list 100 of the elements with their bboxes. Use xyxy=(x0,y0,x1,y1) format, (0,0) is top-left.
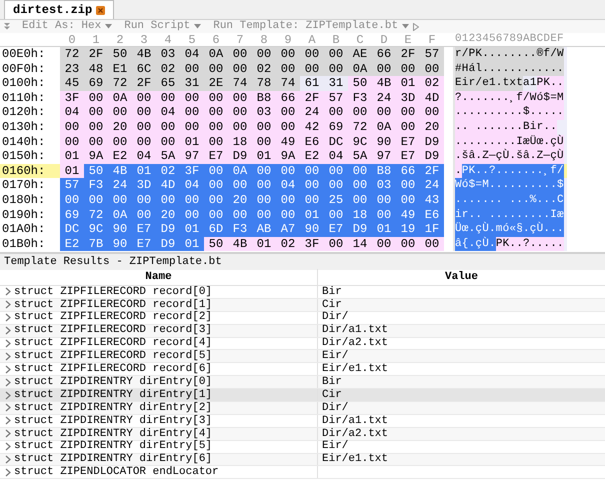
hex-byte: 00 xyxy=(208,62,224,76)
hex-byte: 00 xyxy=(256,120,272,135)
hex-byte: 48 xyxy=(88,62,104,76)
hex-byte: 01 xyxy=(136,164,152,178)
hex-byte: E7 xyxy=(136,222,152,237)
hex-byte: 31 xyxy=(184,76,200,91)
hex-byte: 19 xyxy=(400,222,416,237)
hex-byte: 00 xyxy=(160,90,176,106)
result-row[interactable]: struct ZIPENDLOCATOR endLocator xyxy=(0,466,605,480)
field-value: Eir/ xyxy=(321,439,348,453)
hex-byte: 00 xyxy=(160,120,176,135)
hex-byte: 2F xyxy=(304,90,320,106)
result-row[interactable]: struct ZIPFILERECORD record[0] Bir xyxy=(0,286,605,299)
result-row[interactable]: struct ZIPDIRENTRY dirEntry[4] Dir/a2.txt xyxy=(0,428,605,441)
chevron-icon[interactable] xyxy=(5,287,11,296)
ascii-text: ..........$..... xyxy=(455,105,564,120)
hex-byte: 00 xyxy=(88,192,104,208)
column-header[interactable]: Value xyxy=(318,269,605,286)
hex-byte: 43 xyxy=(424,192,440,208)
field-value: Eir/ xyxy=(321,349,348,363)
column-label: 7 xyxy=(235,34,245,46)
chevron-icon[interactable] xyxy=(5,429,11,438)
ascii-text: .. .......Bir.. xyxy=(455,120,558,135)
hex-byte: 24 xyxy=(376,90,392,106)
hex-byte: 04 xyxy=(136,149,152,164)
hex-byte: 20 xyxy=(160,208,176,222)
chevron-icon[interactable] xyxy=(5,339,11,348)
hex-byte: 00 xyxy=(352,164,368,178)
hex-byte: 00 xyxy=(424,105,440,120)
hex-byte: 00 xyxy=(280,47,296,62)
hex-byte: B8 xyxy=(376,164,392,178)
hex-byte: 1F xyxy=(424,222,440,237)
result-row[interactable]: struct ZIPDIRENTRY dirEntry[2] Dir/ xyxy=(0,402,605,415)
column-label: E xyxy=(403,34,413,46)
chevron-icon[interactable] xyxy=(5,300,11,310)
hex-byte: 00 xyxy=(160,134,176,150)
toolbar-grip-icon xyxy=(4,23,10,30)
hex-byte: B8 xyxy=(256,90,272,106)
hex-byte: 72 xyxy=(112,76,128,91)
hex-byte: 00 xyxy=(400,192,416,208)
result-row[interactable]: struct ZIPFILERECORD record[6] Eir/e1.txt xyxy=(0,363,605,376)
hex-byte: 00 xyxy=(400,120,416,135)
hex-byte: 18 xyxy=(352,208,368,222)
hex-byte: AE xyxy=(352,47,368,62)
hex-byte: 23 xyxy=(64,62,80,76)
hex-byte: 50 xyxy=(88,164,104,178)
hex-byte: 00 xyxy=(376,208,392,222)
hex-byte: E7 xyxy=(208,149,224,164)
hex-byte: 00 xyxy=(352,105,368,120)
result-row[interactable]: struct ZIPDIRENTRY dirEntry[5] Eir/ xyxy=(0,440,605,454)
chevron-icon[interactable] xyxy=(5,390,11,400)
hex-byte: 72 xyxy=(64,47,80,62)
hex-byte: D9 xyxy=(424,134,440,150)
hex-byte: 04 xyxy=(160,105,176,120)
result-row[interactable]: struct ZIPDIRENTRY dirEntry[3] Dir/a1.txt xyxy=(0,414,605,428)
hex-byte: 03 xyxy=(160,47,176,62)
chevron-icon[interactable] xyxy=(5,364,11,374)
ascii-text: . xyxy=(455,164,462,178)
ascii-text: Eir/e1.txt xyxy=(455,76,524,91)
hex-byte: 01 xyxy=(64,164,80,178)
hex-byte: E7 xyxy=(400,134,416,150)
hex-byte: E6 xyxy=(424,208,440,222)
chevron-icon[interactable] xyxy=(5,416,11,426)
chevron-icon[interactable] xyxy=(5,403,11,412)
result-row[interactable]: struct ZIPFILERECORD record[1] Cir xyxy=(0,298,605,312)
hex-byte: 00 xyxy=(256,192,272,208)
column-label: 8 xyxy=(259,34,269,46)
hex-byte: D9 xyxy=(352,222,368,237)
field-name: struct ZIPDIRENTRY dirEntry[1] xyxy=(14,388,212,402)
hex-byte: 69 xyxy=(64,208,80,222)
chevron-icon[interactable] xyxy=(5,442,11,452)
chevron-icon[interactable] xyxy=(5,455,11,464)
file-tab[interactable]: dirtest.zip xyxy=(4,0,114,19)
result-row[interactable]: struct ZIPDIRENTRY dirEntry[0] Bir xyxy=(0,376,605,390)
hex-byte: 00 xyxy=(208,105,224,120)
result-row[interactable]: struct ZIPFILERECORD record[5] Eir/ xyxy=(0,350,605,364)
hex-byte: 00 xyxy=(208,164,224,178)
result-row[interactable]: struct ZIPDIRENTRY dirEntry[1] Cir xyxy=(0,389,605,402)
field-name: struct ZIPFILERECORD record[1] xyxy=(14,298,212,311)
chevron-icon[interactable] xyxy=(5,378,11,387)
hex-byte: 02 xyxy=(256,62,272,76)
result-row[interactable]: struct ZIPFILERECORD record[4] Dir/a2.txt xyxy=(0,338,605,350)
result-row[interactable]: struct ZIPFILERECORD record[3] Dir/a1.txt xyxy=(0,324,605,338)
hex-byte: 49 xyxy=(280,134,296,150)
hex-byte: 00 xyxy=(304,164,320,178)
column-label: 6 xyxy=(211,34,221,46)
hex-byte: 00 xyxy=(256,178,272,193)
hex-byte: D9 xyxy=(424,149,440,164)
result-row[interactable]: struct ZIPFILERECORD record[2] Dir/ xyxy=(0,312,605,325)
hex-byte: 01 xyxy=(304,208,320,222)
chevron-icon[interactable] xyxy=(5,313,11,322)
play-icon[interactable] xyxy=(413,22,420,30)
chevron-icon[interactable] xyxy=(5,468,11,477)
chevron-icon[interactable] xyxy=(5,326,11,336)
chevron-icon[interactable] xyxy=(5,352,11,361)
result-row[interactable]: struct ZIPDIRENTRY dirEntry[6] Eir/e1.txt xyxy=(0,454,605,466)
hex-byte: 00 xyxy=(184,120,200,135)
close-icon[interactable] xyxy=(96,6,106,14)
hex-byte: 00 xyxy=(256,164,272,178)
hex-byte: 00 xyxy=(232,208,248,222)
